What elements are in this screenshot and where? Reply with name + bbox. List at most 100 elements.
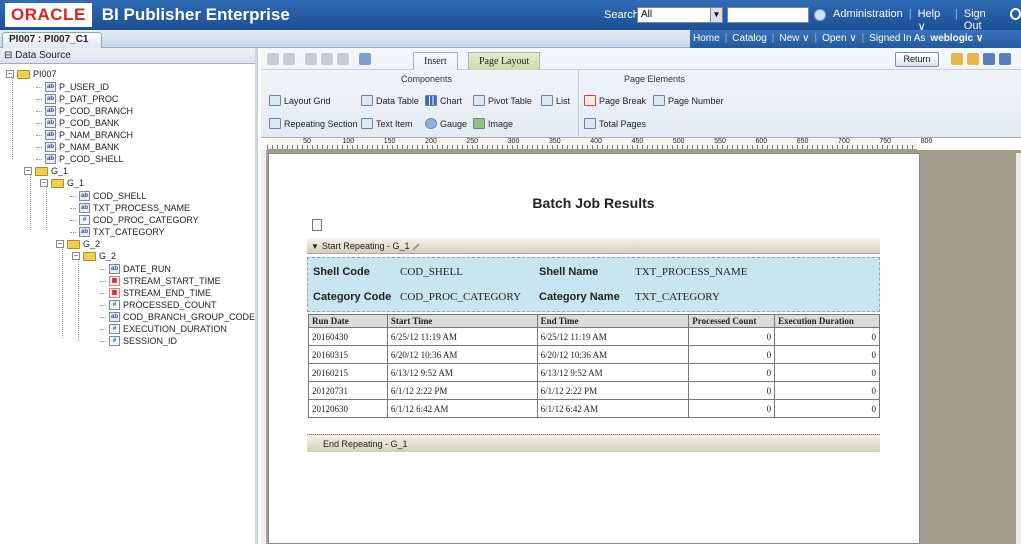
- report-title[interactable]: Batch Job Results: [307, 195, 880, 211]
- table-cell[interactable]: 20160430: [308, 327, 388, 346]
- tree-field-node[interactable]: ab P_DAT_PROC: [36, 93, 118, 105]
- column-header[interactable]: End Time: [536, 314, 690, 328]
- repeating-section-button[interactable]: Repeating Section: [269, 118, 358, 129]
- copy-icon[interactable]: [321, 53, 333, 65]
- tab-page-layout[interactable]: Page Layout: [468, 52, 541, 70]
- tree-group-node[interactable]: − G_1: [40, 177, 84, 189]
- undo-icon[interactable]: [267, 53, 279, 65]
- text-item-button[interactable]: Text Item: [361, 118, 413, 129]
- layout-icon[interactable]: [359, 53, 371, 65]
- table-cell[interactable]: 0: [688, 345, 776, 364]
- column-header[interactable]: Run Date: [308, 314, 388, 328]
- tree-group-node[interactable]: − G_2: [56, 238, 100, 250]
- document-tab[interactable]: PI007 : PI007_C1: [2, 32, 102, 48]
- open-menu[interactable]: Open ∨: [822, 33, 857, 44]
- table-cell[interactable]: 0: [774, 345, 880, 364]
- table-cell[interactable]: 6/1/12 6:42 AM: [536, 399, 690, 418]
- table-row[interactable]: 20160215 6/13/12 9:52 AM 6/13/12 9:52 AM 0 0: [308, 363, 880, 382]
- table-cell[interactable]: 6/13/12 9:52 AM: [536, 363, 690, 382]
- tree-field-node[interactable]: ab COD_BRANCH_GROUP_CODE: [100, 311, 255, 323]
- search-scope-select[interactable]: All ▼: [637, 7, 723, 23]
- tree-field-node[interactable]: ab P_NAM_BRANCH: [36, 129, 133, 141]
- collapse-toggle-icon[interactable]: −: [6, 70, 14, 78]
- column-header[interactable]: Processed Count: [688, 314, 776, 328]
- tab-insert[interactable]: Insert: [413, 52, 458, 70]
- save-icon[interactable]: [983, 53, 995, 65]
- tree-group-node[interactable]: − PI007: [6, 68, 57, 80]
- page-number-button[interactable]: Page Number: [653, 95, 724, 106]
- page-icon[interactable]: [312, 219, 322, 231]
- tree-field-node[interactable]: # SESSION_ID: [100, 335, 177, 347]
- shell-code-field[interactable]: COD_SHELL: [400, 266, 463, 278]
- repeating-section-start[interactable]: ▼ Start Repeating - G_1: [307, 238, 880, 254]
- table-cell[interactable]: 20120630: [308, 399, 388, 418]
- search-input[interactable]: [727, 7, 809, 23]
- table-cell[interactable]: 20160315: [308, 345, 388, 364]
- data-table-button[interactable]: Data Table: [361, 95, 419, 106]
- tree-field-node[interactable]: # PROCESSED_COUNT: [100, 299, 217, 311]
- table-cell[interactable]: 6/25/12 11:19 AM: [536, 327, 690, 346]
- properties-icon[interactable]: [951, 53, 963, 65]
- table-cell[interactable]: 0: [688, 399, 776, 418]
- results-table[interactable]: Run Date Start Time End Time Processed Coun…: [308, 314, 880, 418]
- tree-field-node[interactable]: ab P_NAM_BANK: [36, 141, 120, 153]
- table-cell[interactable]: 0: [688, 327, 776, 346]
- chart-button[interactable]: Chart: [425, 95, 462, 106]
- column-header[interactable]: Start Time: [386, 314, 538, 328]
- table-cell[interactable]: 0: [774, 363, 880, 382]
- user-menu[interactable]: weblogic ∨: [930, 33, 983, 44]
- canvas-scrollbar[interactable]: [1016, 153, 1021, 544]
- table-cell[interactable]: 6/1/12 2:22 PM: [536, 381, 690, 400]
- table-cell[interactable]: 0: [774, 399, 880, 418]
- tree-field-node[interactable]: ab P_COD_SHELL: [36, 153, 124, 165]
- tree-field-node[interactable]: ab TXT_PROCESS_NAME: [70, 202, 190, 214]
- image-button[interactable]: Image: [473, 118, 513, 129]
- tree-field-node[interactable]: ab DATE_RUN: [100, 263, 171, 275]
- catalog-link[interactable]: Catalog: [732, 33, 766, 44]
- tree-group-node[interactable]: − G_2: [72, 250, 116, 262]
- shell-name-field[interactable]: TXT_PROCESS_NAME: [635, 266, 747, 278]
- table-row[interactable]: 20160430 6/25/12 11:19 AM 6/25/12 11:19 AM…: [308, 327, 880, 346]
- collapse-arrow-icon[interactable]: ▼: [311, 239, 319, 255]
- sign-out-icon[interactable]: [1009, 8, 1021, 20]
- tree-group-node[interactable]: − G_1: [24, 165, 68, 177]
- header-info-band[interactable]: Shell Code COD_SHELL Shell Name TXT_PROC…: [307, 257, 880, 312]
- home-link[interactable]: Home: [693, 33, 720, 44]
- table-cell[interactable]: 20120731: [308, 381, 388, 400]
- search-go-icon[interactable]: [814, 9, 826, 21]
- table-cell[interactable]: 6/1/12 6:42 AM: [386, 399, 538, 418]
- table-row[interactable]: 20120630 6/1/12 6:42 AM 6/1/12 6:42 AM 0 0: [308, 399, 880, 418]
- redo-icon[interactable]: [283, 53, 295, 65]
- tree-field-node[interactable]: ab P_COD_BANK: [36, 117, 120, 129]
- table-cell[interactable]: 6/20/12 10:36 AM: [386, 345, 538, 364]
- cut-icon[interactable]: [305, 53, 317, 65]
- list-button[interactable]: List: [541, 95, 570, 106]
- table-cell[interactable]: 0: [774, 327, 880, 346]
- new-menu[interactable]: New ∨: [779, 33, 809, 44]
- table-cell[interactable]: 6/20/12 10:36 AM: [536, 345, 690, 364]
- table-cell[interactable]: 6/13/12 9:52 AM: [386, 363, 538, 382]
- paste-icon[interactable]: [337, 53, 349, 65]
- table-row[interactable]: 20120731 6/1/12 2:22 PM 6/1/12 2:22 PM 0 0: [308, 381, 880, 400]
- table-cell[interactable]: 6/1/12 2:22 PM: [386, 381, 538, 400]
- collapse-toggle-icon[interactable]: −: [72, 252, 80, 260]
- open-folder-icon[interactable]: [967, 53, 979, 65]
- data-source-header[interactable]: ⊟ Data Source: [0, 48, 255, 64]
- repeating-section-end[interactable]: End Repeating - G_1: [307, 434, 880, 452]
- table-cell[interactable]: 0: [688, 363, 776, 382]
- pivot-table-button[interactable]: Pivot Table: [473, 95, 532, 106]
- collapse-toggle-icon[interactable]: −: [40, 179, 48, 187]
- tree-field-node[interactable]: ab COD_SHELL: [70, 190, 147, 202]
- tree-field-node[interactable]: ▦ STREAM_START_TIME: [100, 275, 221, 287]
- collapse-toggle-icon[interactable]: −: [56, 240, 64, 248]
- page-break-button[interactable]: Page Break: [584, 95, 646, 106]
- save-as-icon[interactable]: [999, 53, 1011, 65]
- layout-grid-button[interactable]: Layout Grid: [269, 95, 331, 106]
- total-pages-button[interactable]: Total Pages: [584, 118, 646, 129]
- pencil-icon[interactable]: [412, 243, 421, 251]
- tree-field-node[interactable]: ▦ STREAM_END_TIME: [100, 287, 211, 299]
- gauge-button[interactable]: Gauge: [425, 118, 467, 129]
- table-cell[interactable]: 0: [688, 381, 776, 400]
- table-cell[interactable]: 0: [774, 381, 880, 400]
- category-name-field[interactable]: TXT_CATEGORY: [635, 291, 720, 303]
